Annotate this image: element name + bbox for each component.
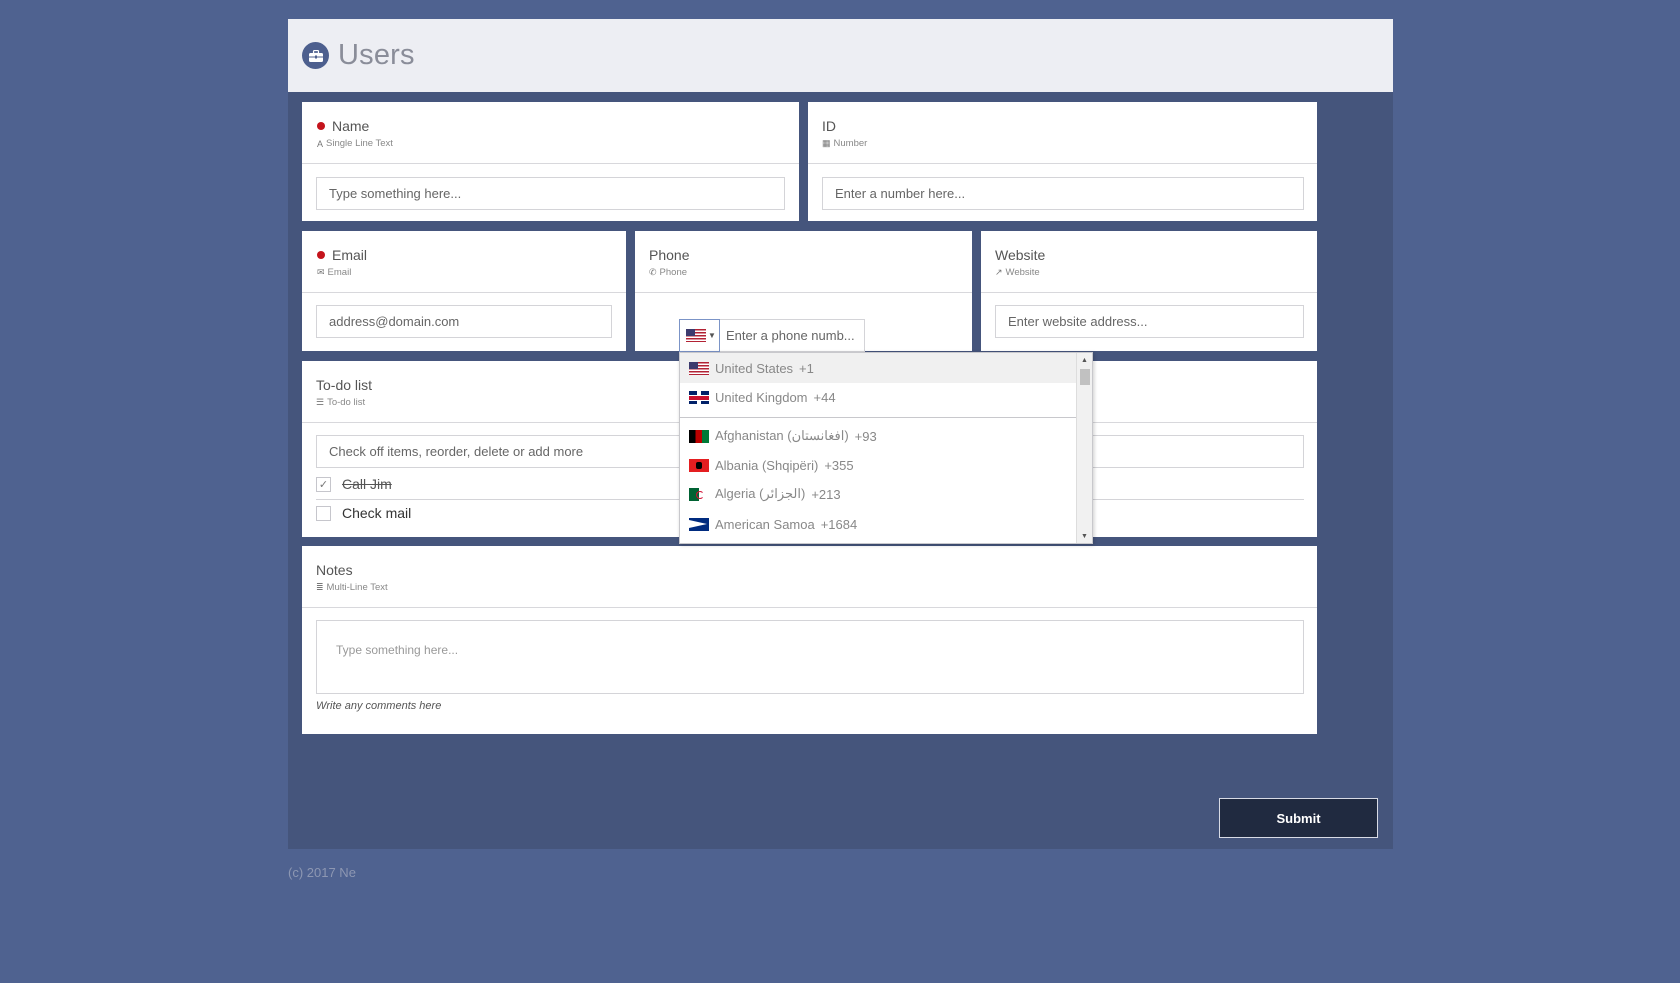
divider [680, 417, 1077, 418]
phone-type: Phone [659, 267, 688, 278]
todo-label: To-do list [316, 377, 373, 393]
form-header: Users [288, 19, 1393, 92]
country-code: +213 [811, 486, 841, 502]
country-option[interactable]: United Kingdom +44 [680, 382, 1077, 412]
scrollbar-thumb[interactable] [1080, 369, 1090, 385]
notes-help-text: Write any comments here [316, 700, 442, 712]
country-code: +1 [799, 360, 814, 376]
required-indicator [317, 122, 325, 130]
todo-item-text: Check mail [342, 505, 412, 521]
country-code: +1684 [820, 516, 858, 532]
dz-flag-icon [689, 487, 709, 501]
country-name: Algeria (‫الجزائر‬‎) [715, 486, 806, 501]
af-flag-icon [689, 429, 709, 443]
country-code: +44 [813, 389, 836, 405]
required-indicator [317, 251, 325, 259]
id-type: Number [833, 138, 868, 149]
page-title: Users [338, 39, 415, 71]
paragraph-icon: ≣ [316, 582, 324, 592]
notes-type: Multi-Line Text [326, 582, 388, 593]
al-flag-icon [689, 458, 709, 472]
id-label: ID [822, 118, 836, 134]
country-option[interactable]: Afghanistan (‫افغانستان‬‎) +93 [680, 421, 1077, 451]
website-type: Website [1005, 267, 1040, 278]
email-type: Email [327, 267, 352, 278]
id-input[interactable]: Enter a number here... [822, 177, 1304, 210]
name-type: Single Line Text [326, 138, 393, 149]
phone-icon: ✆ [649, 267, 657, 277]
caret-down-icon: ▼ [708, 331, 716, 340]
scroll-up-icon[interactable]: ▲ [1077, 353, 1092, 367]
country-code: +93 [854, 428, 877, 444]
country-name: American Samoa [715, 516, 815, 532]
notes-label: Notes [316, 562, 353, 578]
as-flag-icon [689, 517, 709, 531]
envelope-icon: ✉ [317, 267, 325, 277]
submit-button[interactable]: Submit [1219, 798, 1378, 838]
dropdown-scrollbar[interactable]: ▲ ▼ [1076, 353, 1092, 543]
email-input[interactable]: address@domain.com [316, 305, 612, 338]
notes-textarea[interactable]: Type something here... [316, 620, 1304, 694]
todo-type: To-do list [327, 397, 366, 408]
phone-input[interactable]: Enter a phone numb... [720, 319, 865, 352]
uk-flag-icon [689, 390, 709, 404]
scroll-down-icon[interactable]: ▼ [1077, 529, 1092, 543]
country-name: United States [715, 360, 794, 376]
name-label: Name [332, 118, 370, 134]
country-option[interactable]: Albania (Shqipëri) +355 [680, 450, 1077, 480]
list-icon: ☰ [316, 397, 325, 407]
country-option[interactable]: American Samoa +1684 [680, 509, 1077, 539]
website-input[interactable]: Enter website address... [995, 305, 1304, 338]
todo-item-text: Call Jim [342, 476, 392, 492]
country-dropdown[interactable]: United States +1 United Kingdom +44 Afgh… [679, 352, 1093, 544]
briefcase-icon [302, 42, 329, 69]
text-icon: A [317, 138, 324, 149]
footer-copyright: (c) 2017 Ne [288, 865, 356, 880]
country-option[interactable]: United States +1 [680, 353, 1077, 383]
us-flag-icon [689, 361, 709, 375]
todo-checkbox-checked[interactable]: ✓ [316, 476, 331, 492]
email-label: Email [332, 247, 368, 263]
country-option[interactable]: Algeria (‫الجزائر‬‎) +213 [680, 479, 1077, 509]
calculator-icon: ▦ [822, 138, 831, 148]
todo-item[interactable]: Check mail [316, 505, 411, 521]
external-link-icon: ↗ [995, 267, 1003, 277]
country-name: Afghanistan (‫افغانستان‬‎) [715, 428, 849, 443]
us-flag-icon [686, 329, 706, 342]
todo-checkbox[interactable] [316, 505, 331, 521]
country-select-button[interactable]: ▼ [679, 319, 720, 352]
country-name: Albania (Shqipëri) [715, 457, 819, 473]
name-input[interactable]: Type something here... [316, 177, 785, 210]
todo-item[interactable]: ✓ Call Jim [316, 476, 392, 492]
website-label: Website [995, 247, 1046, 263]
country-code: +355 [824, 457, 854, 473]
phone-label: Phone [649, 247, 690, 263]
country-name: United Kingdom [715, 389, 808, 405]
